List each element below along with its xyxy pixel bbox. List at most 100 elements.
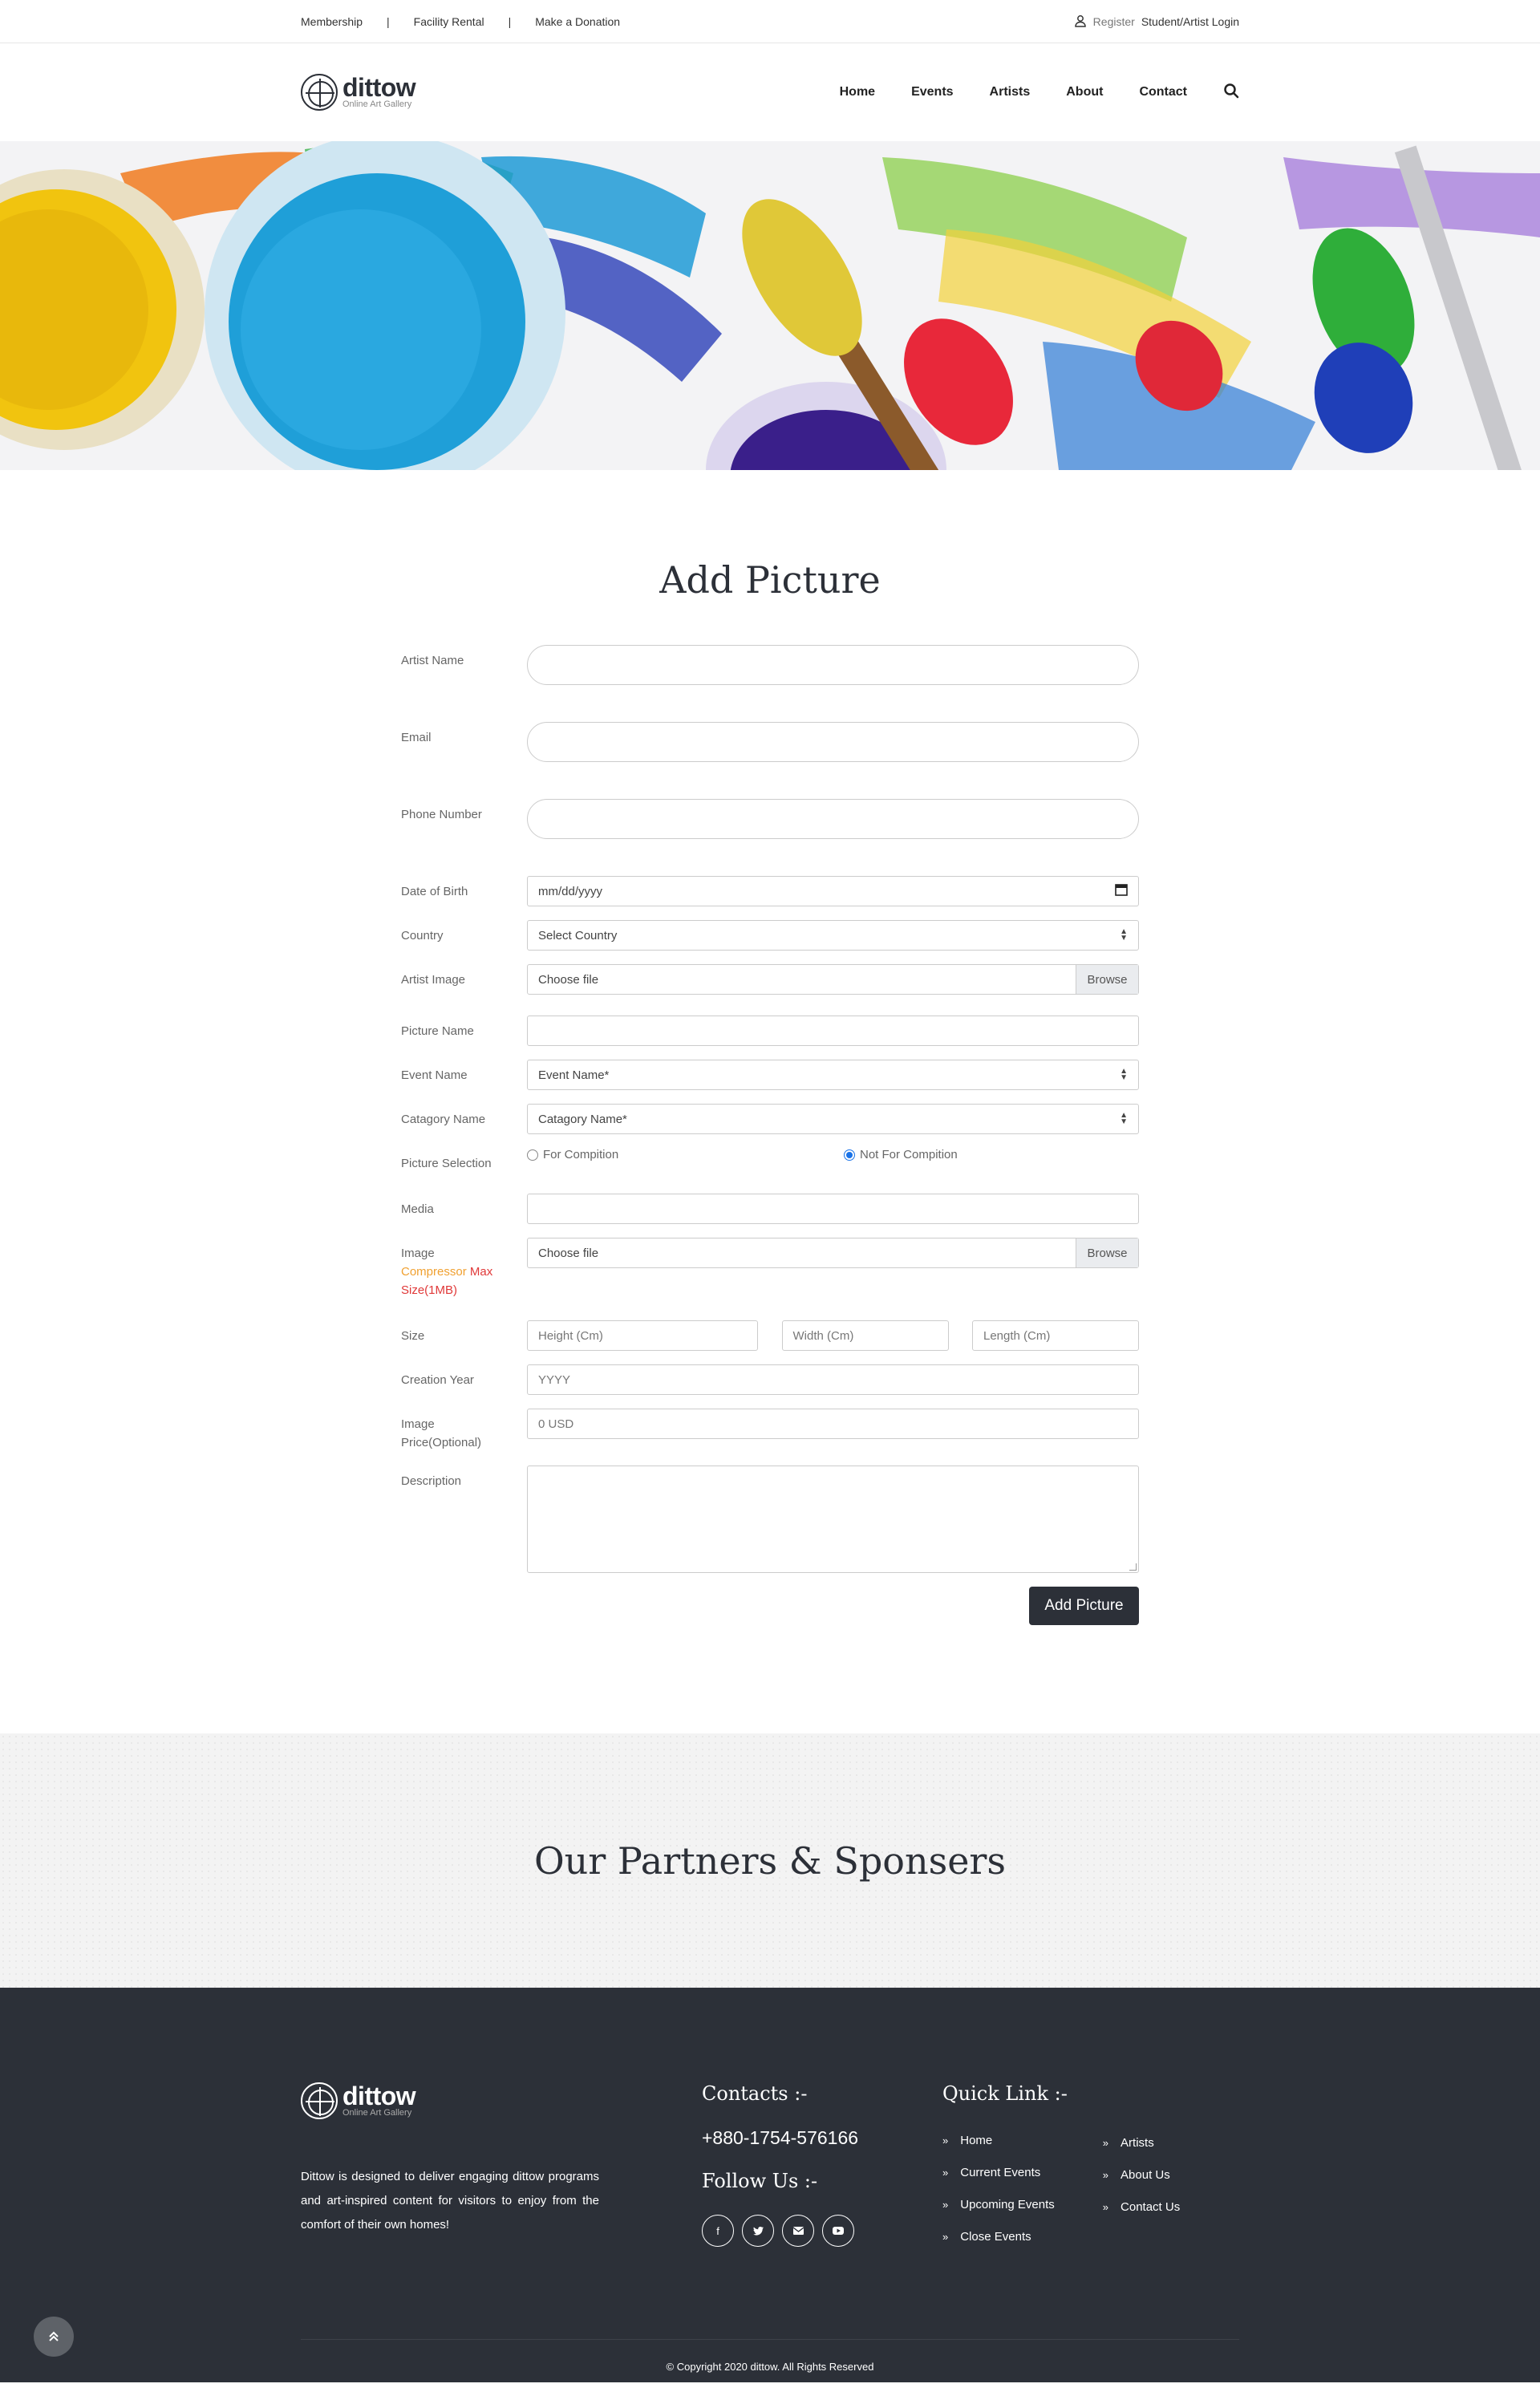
radio-for-competition[interactable]: For Compition: [527, 1148, 844, 1161]
double-chevron-right-icon: »: [942, 2167, 949, 2179]
artist-image-file-input[interactable]: Choose file Browse: [527, 964, 1139, 995]
quick-link-about-us[interactable]: » About Us: [1103, 2168, 1180, 2182]
double-chevron-right-icon: »: [1102, 2201, 1109, 2213]
scroll-to-top-icon[interactable]: [34, 2317, 74, 2357]
event-name-value: Event Name*: [538, 1068, 610, 1082]
phone-input[interactable]: [527, 799, 1139, 839]
nav-events[interactable]: Events: [911, 85, 953, 99]
brand-name: dittow: [342, 2082, 416, 2110]
email-icon[interactable]: [782, 2215, 814, 2247]
brand-name: dittow: [342, 73, 416, 102]
choose-file-text: Choose file: [538, 1246, 599, 1260]
quick-link-upcoming-events[interactable]: » Upcoming Events: [942, 2198, 1055, 2211]
double-chevron-right-icon: »: [1102, 2137, 1109, 2149]
top-links: Membership | Facility Rental | Make a Do…: [301, 15, 620, 28]
compressor-link[interactable]: Compressor: [401, 1265, 467, 1279]
browse-button[interactable]: Browse: [1076, 1238, 1138, 1267]
nav-contact[interactable]: Contact: [1139, 85, 1187, 99]
contacts-title: Contacts :-: [702, 2082, 808, 2105]
quick-link-label: Current Events: [960, 2166, 1041, 2179]
category-label: Catagory Name: [401, 1113, 486, 1126]
membership-link[interactable]: Membership: [301, 15, 363, 28]
double-chevron-right-icon: »: [942, 2199, 949, 2211]
quick-link-home[interactable]: » Home: [942, 2134, 1055, 2147]
quick-link-contact-us[interactable]: » Contact Us: [1103, 2200, 1180, 2214]
double-chevron-right-icon: »: [1102, 2169, 1109, 2181]
price-label-optional: Price(Optional): [401, 1436, 482, 1449]
nav-about[interactable]: About: [1066, 85, 1103, 99]
quick-link-label: Home: [960, 2134, 993, 2147]
country-value: Select Country: [538, 928, 618, 943]
add-picture-button[interactable]: Add Picture: [1029, 1587, 1139, 1625]
calendar-icon[interactable]: [1115, 883, 1128, 899]
artist-image-label: Artist Image: [401, 973, 466, 987]
login-link[interactable]: Student/Artist Login: [1141, 15, 1239, 28]
quick-link-current-events[interactable]: » Current Events: [942, 2166, 1055, 2179]
double-chevron-right-icon: »: [942, 2134, 949, 2147]
dob-input[interactable]: mm/dd/yyyy: [527, 876, 1139, 906]
register-link[interactable]: Register: [1093, 15, 1135, 28]
phone-label: Phone Number: [401, 808, 482, 821]
radio-not-for-competition[interactable]: Not For Compition: [844, 1148, 958, 1161]
quick-link-artists[interactable]: » Artists: [1103, 2136, 1180, 2150]
artist-name-label: Artist Name: [401, 654, 464, 667]
year-placeholder: YYYY: [538, 1372, 571, 1387]
width-placeholder: Width (Cm): [792, 1328, 854, 1343]
price-label: Image Price(Optional): [401, 1409, 527, 1452]
footer-logo[interactable]: dittow Online Art Gallery: [301, 2082, 416, 2119]
radio-circle-icon[interactable]: [527, 1149, 538, 1161]
quick-link-close-events[interactable]: » Close Events: [942, 2230, 1055, 2244]
select-arrows-icon: ▲ ▼: [1120, 927, 1128, 943]
quick-link-label: Close Events: [960, 2230, 1031, 2244]
width-input[interactable]: Width (Cm): [781, 1320, 949, 1351]
event-name-select[interactable]: Event Name* ▲ ▼: [527, 1060, 1139, 1090]
creation-year-input[interactable]: YYYY: [527, 1364, 1139, 1395]
main-nav: Home Events Artists About Contact: [840, 83, 1239, 103]
separator: |: [387, 15, 390, 28]
top-bar: Membership | Facility Rental | Make a Do…: [0, 0, 1540, 43]
login-box: Register Student/Artist Login: [1074, 14, 1239, 30]
logo[interactable]: dittow Online Art Gallery: [301, 73, 416, 111]
donation-link[interactable]: Make a Donation: [535, 15, 620, 28]
footer: dittow Online Art Gallery Dittow is desi…: [0, 1988, 1540, 2382]
selection-label: Picture Selection: [401, 1157, 492, 1170]
double-chevron-right-icon: »: [942, 2231, 949, 2243]
radio-checked-icon[interactable]: [844, 1149, 855, 1161]
radio-label: For Compition: [543, 1148, 619, 1161]
country-select[interactable]: Select Country ▲ ▼: [527, 920, 1139, 951]
artist-name-input[interactable]: [527, 645, 1139, 685]
height-input[interactable]: Height (Cm): [527, 1320, 758, 1351]
footer-divider: [301, 2339, 1239, 2340]
radio-label: Not For Compition: [860, 1148, 958, 1161]
image-label-text: Image: [401, 1247, 435, 1260]
search-icon[interactable]: [1223, 83, 1239, 103]
email-input[interactable]: [527, 722, 1139, 762]
nav-artists[interactable]: Artists: [990, 85, 1031, 99]
partners-title: Our Partners & Sponsers: [533, 1838, 1007, 1883]
facebook-icon[interactable]: f: [702, 2215, 734, 2247]
browse-button[interactable]: Browse: [1076, 965, 1138, 994]
description-textarea[interactable]: [527, 1466, 1139, 1573]
nav-home[interactable]: Home: [840, 85, 875, 99]
media-input[interactable]: [527, 1194, 1139, 1224]
picture-selection-group: For Compition Not For Compition: [527, 1148, 1139, 1161]
picture-name-input[interactable]: [527, 1016, 1139, 1046]
facility-rental-link[interactable]: Facility Rental: [414, 15, 484, 28]
media-label: Media: [401, 1202, 434, 1216]
add-picture-section: Add Picture Artist Name Email Phone Numb…: [0, 470, 1540, 1733]
social-links: f: [702, 2215, 858, 2247]
page-title: Add Picture: [659, 558, 881, 602]
partners-section: Our Partners & Sponsers: [0, 1733, 1540, 1988]
quick-links-title: Quick Link :-: [942, 2082, 1068, 2105]
event-name-label: Event Name: [401, 1068, 468, 1082]
length-input[interactable]: Length (Cm): [972, 1320, 1139, 1351]
height-placeholder: Height (Cm): [538, 1328, 603, 1343]
footer-about-text: Dittow is designed to deliver engaging d…: [301, 2170, 599, 2232]
category-select[interactable]: Catagory Name* ▲ ▼: [527, 1104, 1139, 1134]
youtube-icon[interactable]: [822, 2215, 854, 2247]
phone-number[interactable]: +880-1754-576166: [702, 2127, 858, 2149]
twitter-icon[interactable]: [742, 2215, 774, 2247]
max-size-text: Max: [469, 1265, 493, 1279]
picture-file-input[interactable]: Choose file Browse: [527, 1238, 1139, 1268]
price-input[interactable]: 0 USD: [527, 1409, 1139, 1439]
